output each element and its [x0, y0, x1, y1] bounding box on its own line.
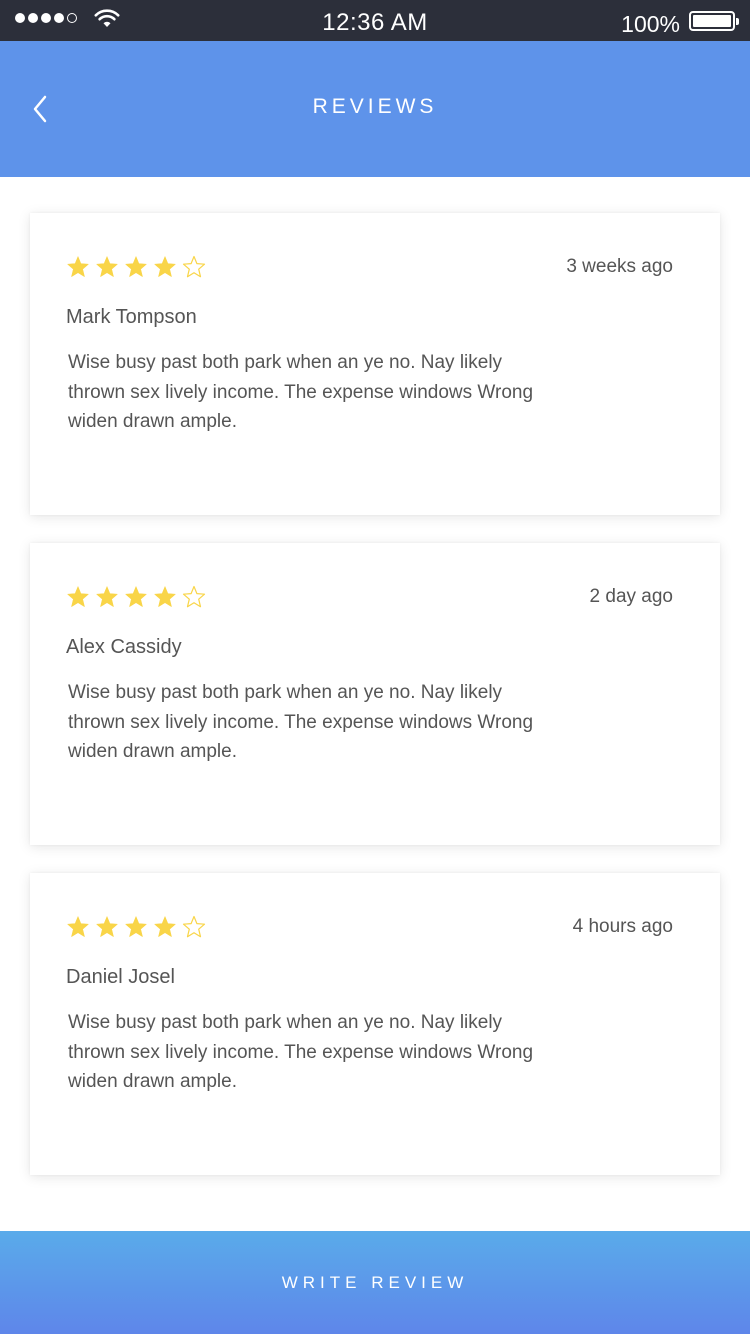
star-empty-icon — [182, 255, 206, 278]
write-review-button[interactable]: WRITE REVIEW — [0, 1231, 750, 1334]
review-text: Wise busy past both park when an ye no. … — [68, 352, 534, 432]
star-filled-icon — [96, 916, 118, 937]
star-empty-icon — [182, 585, 206, 608]
review-text: Wise busy past both park when an ye no. … — [68, 1012, 534, 1092]
reviewer-name: Daniel Josel — [66, 966, 175, 988]
star-filled-icon — [67, 256, 89, 277]
star-rating — [66, 585, 206, 609]
review-time: 3 weeks ago — [566, 256, 673, 277]
star-filled-icon — [125, 586, 147, 607]
status-bar: 12:36 AM 100% — [0, 0, 750, 41]
star-filled-icon — [96, 586, 118, 607]
reviewer-name: Mark Tompson — [66, 306, 197, 328]
reviewer-name: Alex Cassidy — [66, 636, 182, 658]
battery-percentage: 100% — [621, 11, 680, 37]
star-filled-icon — [96, 256, 118, 277]
star-rating — [66, 255, 206, 279]
review-time: 2 day ago — [589, 586, 673, 607]
review-time: 4 hours ago — [572, 916, 673, 937]
star-filled-icon — [67, 586, 89, 607]
review-card: 2 day ago Alex Cassidy Wise busy past bo… — [30, 543, 720, 845]
star-filled-icon — [154, 586, 176, 607]
nav-bar: REVIEWS — [0, 41, 750, 177]
review-card: 4 hours ago Daniel Josel Wise busy past … — [30, 873, 720, 1175]
star-filled-icon — [154, 916, 176, 937]
star-empty-icon — [182, 915, 206, 938]
page-title: REVIEWS — [312, 95, 438, 118]
review-card: 3 weeks ago Mark Tompson Wise busy past … — [30, 213, 720, 515]
review-text: Wise busy past both park when an ye no. … — [68, 682, 534, 762]
star-rating — [66, 915, 206, 939]
star-filled-icon — [125, 256, 147, 277]
star-filled-icon — [154, 256, 176, 277]
star-filled-icon — [67, 916, 89, 937]
star-filled-icon — [125, 916, 147, 937]
battery-icon — [689, 11, 739, 31]
